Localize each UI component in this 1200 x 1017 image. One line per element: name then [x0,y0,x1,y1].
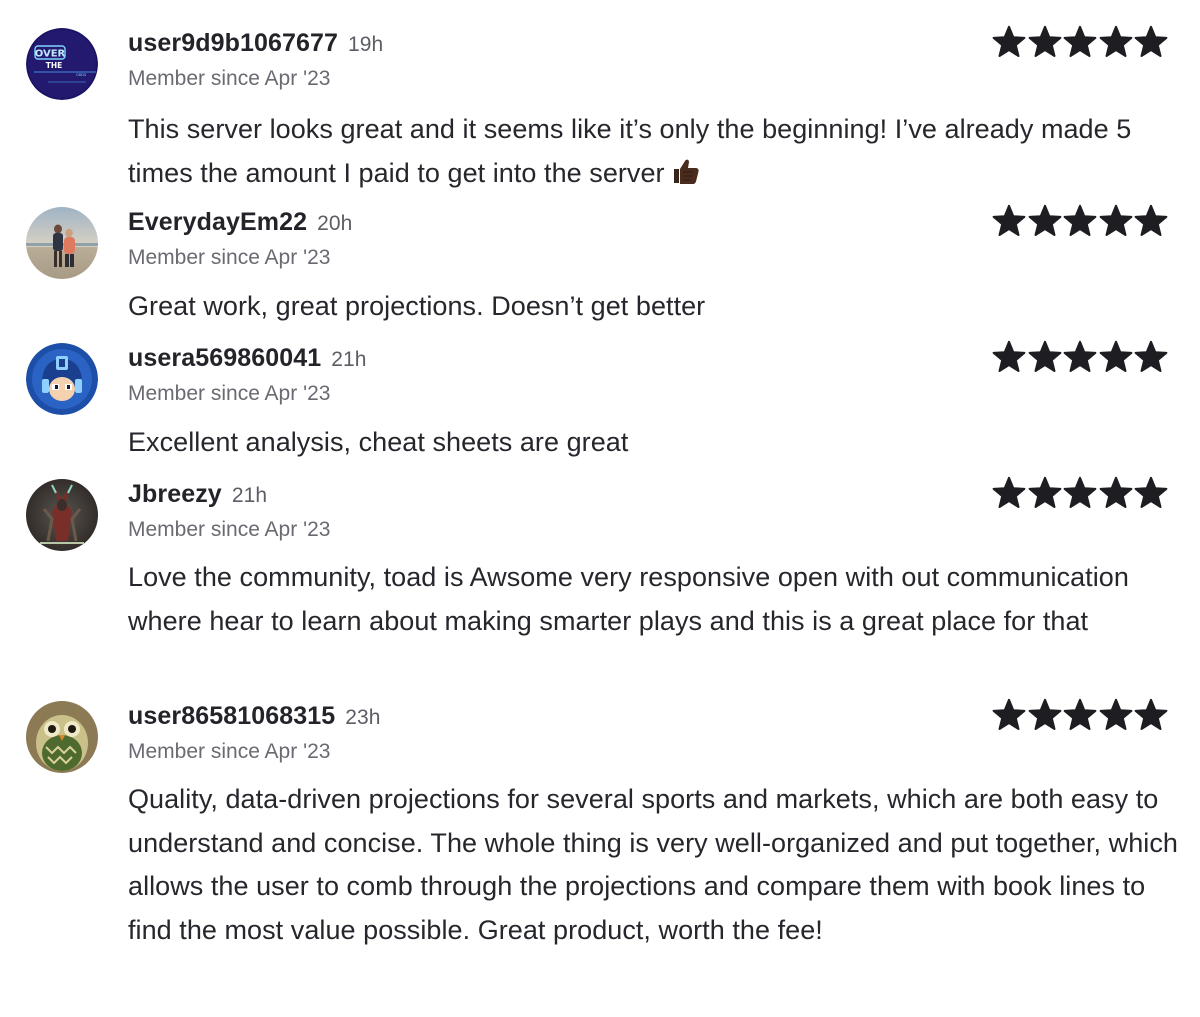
star-icon [1134,204,1168,236]
username[interactable]: Jbreezy [128,480,222,508]
review-text: Love the community, toad is Awsome very … [128,556,1178,643]
star-icon [1028,340,1061,372]
review-text: This server looks great and it seems lik… [128,108,1178,195]
review-time: 20h [317,212,353,235]
review-author: user86581068315 23h [128,701,381,733]
star-icon [992,340,1026,372]
review-author: Jbreezy 21h [128,479,267,511]
star-icon [1028,476,1061,508]
star-icon [992,25,1026,57]
star-icon [1063,25,1097,57]
review-time: 21h [231,484,268,507]
star-icon [992,204,1026,236]
avatar-text-1: OVER [35,49,66,60]
review-text: Quality, data-driven projections for sev… [128,778,1178,952]
avatar-owl-photo [26,701,98,773]
username[interactable]: EverydayEm22 [128,208,307,236]
star-rating [992,204,1168,238]
avatar-blue-robot-helmet [26,343,98,415]
username[interactable]: user9d9b1067677 [128,29,338,57]
review-author: usera569860041 21h [128,343,367,375]
star-rating [992,25,1168,59]
star-icon [1063,340,1097,372]
member-since: Member since Apr '23 [128,246,331,269]
avatar-text-2: THE [46,61,63,70]
star-icon [1134,340,1168,372]
avatar[interactable] [26,343,98,415]
member-since: Member since Apr '23 [128,518,331,541]
avatar-dark-figure [26,479,98,551]
avatar-over-the-odds-logo: OVER THE ODDS [26,28,98,100]
member-since: Member since Apr '23 [128,740,331,763]
star-icon [1063,476,1097,508]
star-icon [1028,25,1061,57]
star-icon [1134,25,1168,57]
review-time: 21h [331,348,367,371]
star-icon [1099,698,1132,730]
member-since: Member since Apr '23 [128,382,331,405]
username[interactable]: user86581068315 [128,702,335,730]
star-icon [992,476,1026,508]
review-body: Great work, great projections. Doesn’t g… [128,291,706,321]
review-body: Love the community, toad is Awsome very … [128,562,1129,636]
avatar[interactable] [26,207,98,279]
star-icon [1063,204,1097,236]
star-icon [1063,698,1097,730]
username[interactable]: usera569860041 [128,344,321,372]
star-icon [1099,476,1132,508]
avatar[interactable]: OVER THE ODDS [26,28,98,100]
member-since: Member since Apr '23 [128,67,331,90]
star-icon [1028,698,1061,730]
avatar-text-3: ODDS [76,73,87,77]
avatar[interactable] [26,479,98,551]
review-body: Excellent analysis, cheat sheets are gre… [128,427,629,457]
star-rating [992,476,1168,510]
star-icon [1028,204,1061,236]
review-time: 23h [345,706,381,729]
review-body: This server looks great and it seems lik… [128,114,1132,188]
avatar-photo-couple-beach [26,207,98,279]
review-author: EverydayEm22 20h [128,207,352,239]
review-text: Great work, great projections. Doesn’t g… [128,285,1178,329]
star-icon [1099,204,1132,236]
star-icon [1099,340,1132,372]
thumbs-up-icon [671,156,701,186]
star-icon [1134,698,1168,730]
review-text: Excellent analysis, cheat sheets are gre… [128,421,1178,465]
star-rating [992,340,1168,374]
star-icon [992,698,1026,730]
review-author: user9d9b1067677 19h [128,28,383,60]
star-icon [1134,476,1168,508]
star-rating [992,698,1168,732]
review-body: Quality, data-driven projections for sev… [128,784,1178,945]
avatar[interactable] [26,701,98,773]
star-icon [1099,25,1132,57]
review-time: 19h [347,33,384,56]
